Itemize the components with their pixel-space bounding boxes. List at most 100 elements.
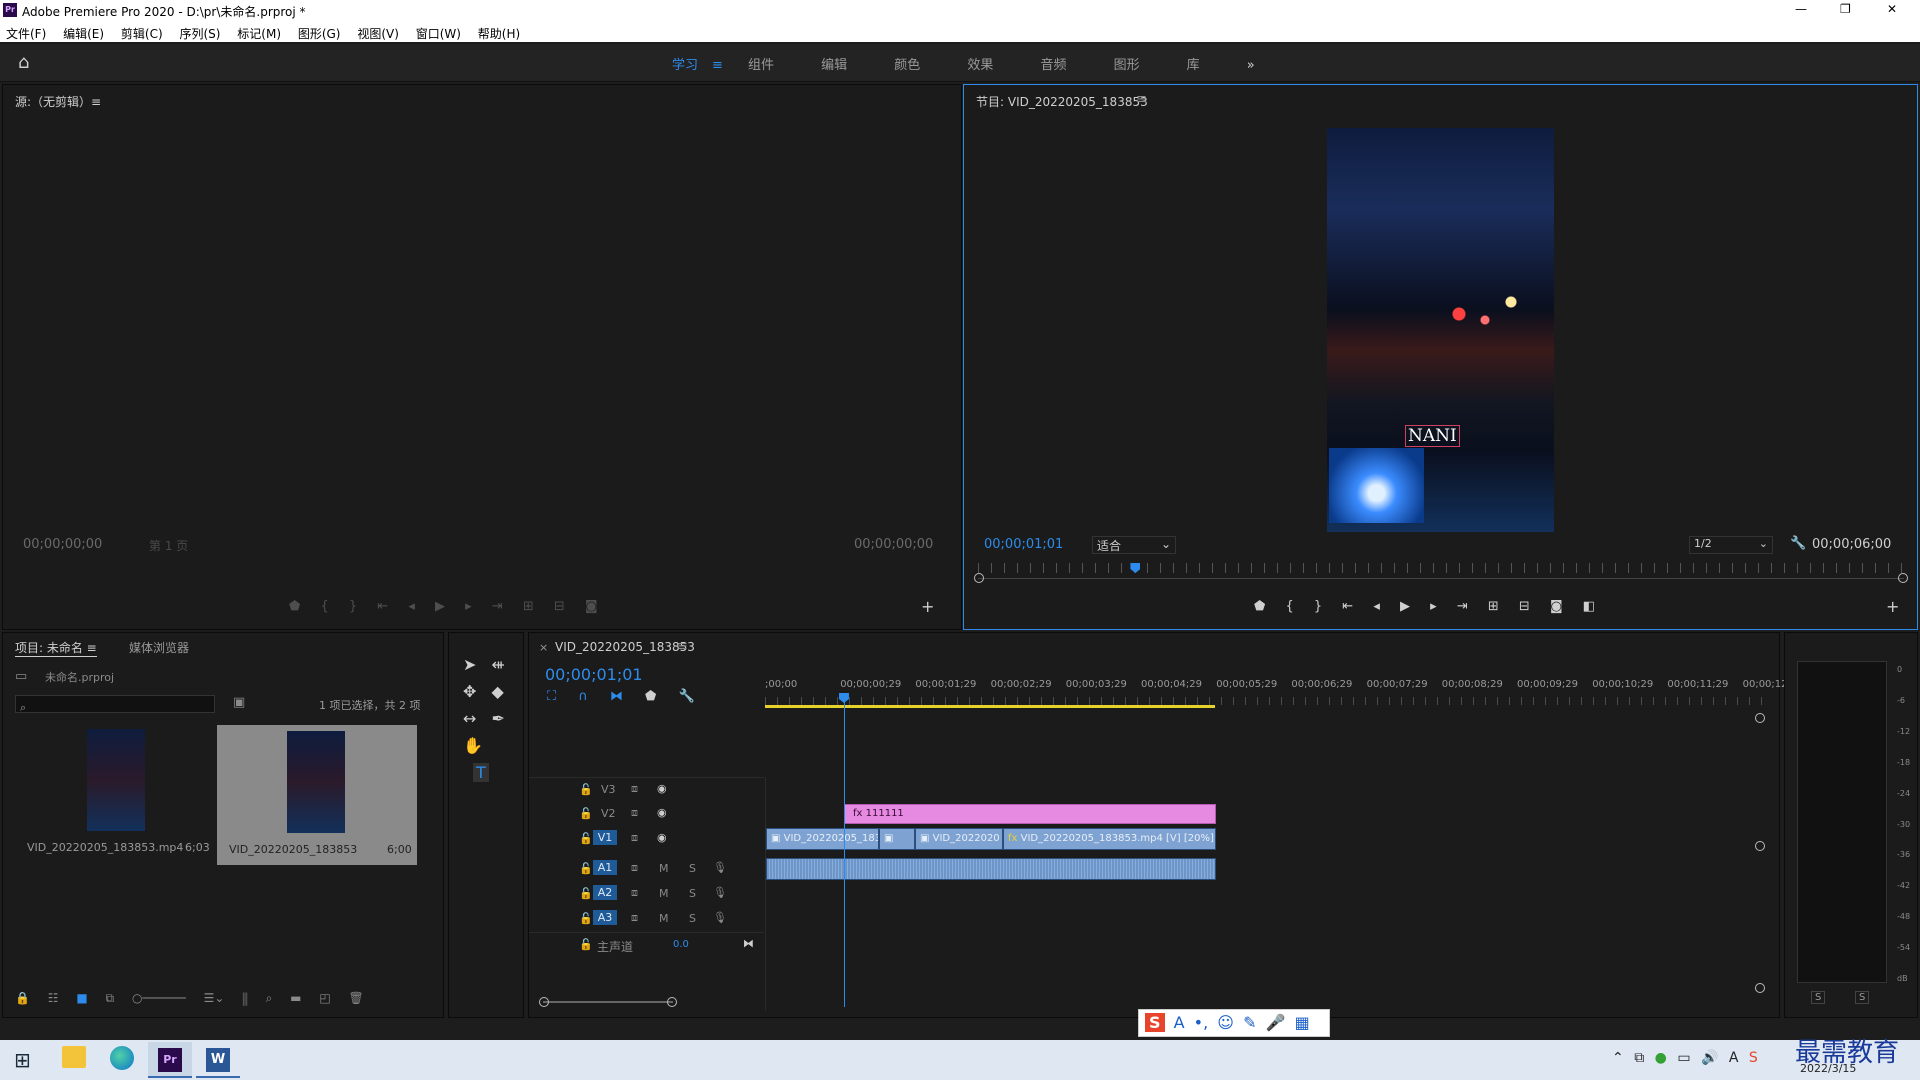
track-label[interactable]: A3 (593, 910, 617, 925)
timeline-settings-wrench-icon[interactable]: 🔧 (679, 689, 695, 704)
track-lock-icon[interactable]: 🔓 (579, 783, 593, 796)
tray-app-icon[interactable]: ● (1655, 1050, 1667, 1066)
menu-view[interactable]: 视图(V) (357, 27, 399, 41)
track-lock-icon[interactable]: 🔓 (579, 938, 593, 951)
menu-edit[interactable]: 编辑(E) (63, 27, 104, 41)
track-header-a2[interactable]: 🔓 A2 ⧈ M S 🎙 (529, 882, 764, 906)
tray-volume-icon[interactable]: 🔊 (1701, 1050, 1718, 1066)
audio-clip-a1[interactable] (766, 858, 1216, 880)
program-goto-out-icon[interactable]: ⇥ (1457, 599, 1468, 614)
selection-tool-icon[interactable]: ➤ (463, 655, 476, 674)
tab-graphics[interactable]: 图形 (1114, 54, 1140, 73)
source-add-button-icon[interactable]: + (921, 597, 934, 616)
tray-network-icon[interactable]: ⧉ (1634, 1050, 1644, 1066)
program-zoom-handle-right[interactable] (1898, 573, 1908, 583)
source-goto-out-icon[interactable]: ⇥ (492, 599, 503, 614)
project-search-input[interactable]: ⌕ (15, 695, 215, 714)
timeline-work-area-bar[interactable] (765, 705, 1215, 708)
tray-sogou-icon[interactable]: S (1749, 1050, 1758, 1066)
program-fit-select[interactable]: 适合 ⌄ (1092, 536, 1176, 554)
master-track-value[interactable]: 0.0 (673, 939, 689, 950)
tab-audio[interactable]: 音频 (1040, 54, 1066, 73)
maximize-button[interactable]: ❐ (1840, 2, 1851, 16)
program-export-frame-icon[interactable]: ◙ (1550, 599, 1563, 614)
menu-sequence[interactable]: 序列(S) (179, 27, 220, 41)
track-label[interactable]: A1 (593, 860, 617, 875)
file-explorer-icon[interactable] (62, 1046, 86, 1068)
source-insert-icon[interactable]: ⊞ (523, 599, 534, 614)
timeline-close-icon[interactable]: × (539, 641, 548, 654)
timeline-scroll-bar[interactable] (543, 1001, 673, 1003)
tab-assembly[interactable]: 组件 (748, 54, 774, 73)
trash-icon[interactable]: 🗑 (348, 991, 363, 1005)
track-sync-icon[interactable]: ⧈ (631, 782, 638, 796)
lock-icon[interactable]: 🔒 (15, 991, 30, 1005)
program-title-overlay[interactable]: NANI (1405, 425, 1460, 447)
zoom-slider[interactable]: ○────── (132, 991, 186, 1005)
timeline-playhead[interactable] (843, 695, 845, 1007)
snap-magnet-icon[interactable]: ∩ (578, 689, 588, 704)
source-step-forward-icon[interactable]: ▸ (465, 599, 472, 614)
title-clip-v2[interactable]: fx 111111 (844, 804, 1216, 824)
track-mic-icon[interactable]: 🎙 (713, 861, 727, 874)
add-marker-icon[interactable]: ⬟ (645, 689, 656, 704)
new-search-bin-icon[interactable]: ▣ (233, 695, 245, 710)
more-workspaces-button[interactable]: » (1247, 58, 1255, 73)
timeline-track-area[interactable]: fx 111111 ▣ VID_20220205_183 ▣ ▣ VID_202… (765, 777, 1765, 1011)
program-time-ruler[interactable] (978, 563, 1904, 573)
track-label[interactable]: A2 (593, 885, 617, 900)
linked-selection-icon[interactable]: ⧓ (610, 689, 623, 704)
timeline-scroll-handle-right[interactable] (667, 997, 677, 1007)
track-label[interactable]: V1 (593, 830, 617, 845)
video-clip-2[interactable]: ▣ (879, 828, 915, 850)
ime-emoji-icon[interactable]: ☺ (1217, 1013, 1234, 1032)
source-add-marker-icon[interactable]: ⬟ (289, 599, 300, 614)
workspace-menu-icon[interactable]: ≡ (712, 58, 723, 73)
track-header-v1[interactable]: 🔓 V1 ⧈ ◉ (529, 827, 764, 851)
program-mark-in-icon[interactable]: { (1285, 599, 1293, 614)
menu-clip[interactable]: 剪辑(C) (121, 27, 163, 41)
minimize-button[interactable]: — (1795, 2, 1807, 16)
freeform-view-icon[interactable]: ⧉ (106, 991, 115, 1005)
track-header-a3[interactable]: 🔓 A3 ⧈ M S 🎙 (529, 907, 764, 931)
track-mute-button[interactable]: M (659, 862, 669, 875)
project-item-thumbnail[interactable]: VID_20220205_183853.mp4 6;03 (15, 725, 215, 865)
track-mute-button[interactable]: M (659, 912, 669, 925)
automate-sequence-icon[interactable]: ⫼ (242, 991, 248, 1005)
tab-media-browser[interactable]: 媒体浏览器 (129, 639, 189, 656)
track-lock-icon[interactable]: 🔓 (579, 887, 593, 900)
vertical-zoom-handle-a[interactable] (1755, 841, 1765, 851)
menu-help[interactable]: 帮助(H) (478, 27, 520, 41)
nest-sequence-icon[interactable]: ⛶ (547, 689, 556, 704)
source-page-select[interactable]: 第 1 页 (149, 537, 188, 554)
menu-window[interactable]: 窗口(W) (416, 27, 461, 41)
track-sync-icon[interactable]: ⧈ (631, 831, 638, 845)
go-to-end-icon[interactable]: ⧓ (743, 937, 754, 950)
video-clip-1[interactable]: ▣ VID_20220205_183 (766, 828, 879, 850)
program-goto-in-icon[interactable]: ⇤ (1342, 599, 1353, 614)
track-lock-icon[interactable]: 🔓 (579, 862, 593, 875)
source-mark-out-icon[interactable]: } (349, 599, 357, 614)
ime-pen-icon[interactable]: ✎ (1243, 1013, 1256, 1032)
program-settings-wrench-icon[interactable]: 🔧 (1790, 536, 1806, 551)
track-sync-icon[interactable]: ⧈ (631, 861, 638, 875)
tray-chevron-icon[interactable]: ⌃ (1612, 1050, 1624, 1066)
tray-ime-icon[interactable]: A (1729, 1050, 1739, 1066)
timeline-timecode[interactable]: 00;00;01;01 (545, 665, 643, 684)
track-eye-icon[interactable]: ◉ (657, 782, 667, 795)
timeline-scroll-handle-left[interactable] (539, 997, 549, 1007)
find-icon[interactable]: ⌕ (266, 991, 273, 1005)
track-sync-icon[interactable]: ⧈ (631, 806, 638, 820)
program-zoom-handle-left[interactable] (974, 573, 984, 583)
tab-editing[interactable]: 编辑 (821, 54, 847, 73)
list-view-icon[interactable]: ☷ (48, 991, 59, 1005)
menu-graphics[interactable]: 图形(G) (298, 27, 341, 41)
program-panel-menu-icon[interactable]: ≡ (1136, 92, 1147, 107)
premiere-taskbar-icon[interactable]: Pr (148, 1042, 192, 1078)
track-mic-icon[interactable]: 🎙 (713, 886, 727, 899)
timeline-panel-menu-icon[interactable]: ≡ (677, 639, 688, 654)
program-scrubber[interactable] (978, 578, 1904, 579)
program-add-button-icon[interactable]: + (1886, 597, 1899, 616)
word-taskbar-icon[interactable]: W (196, 1042, 240, 1078)
track-mute-button[interactable]: M (659, 887, 669, 900)
